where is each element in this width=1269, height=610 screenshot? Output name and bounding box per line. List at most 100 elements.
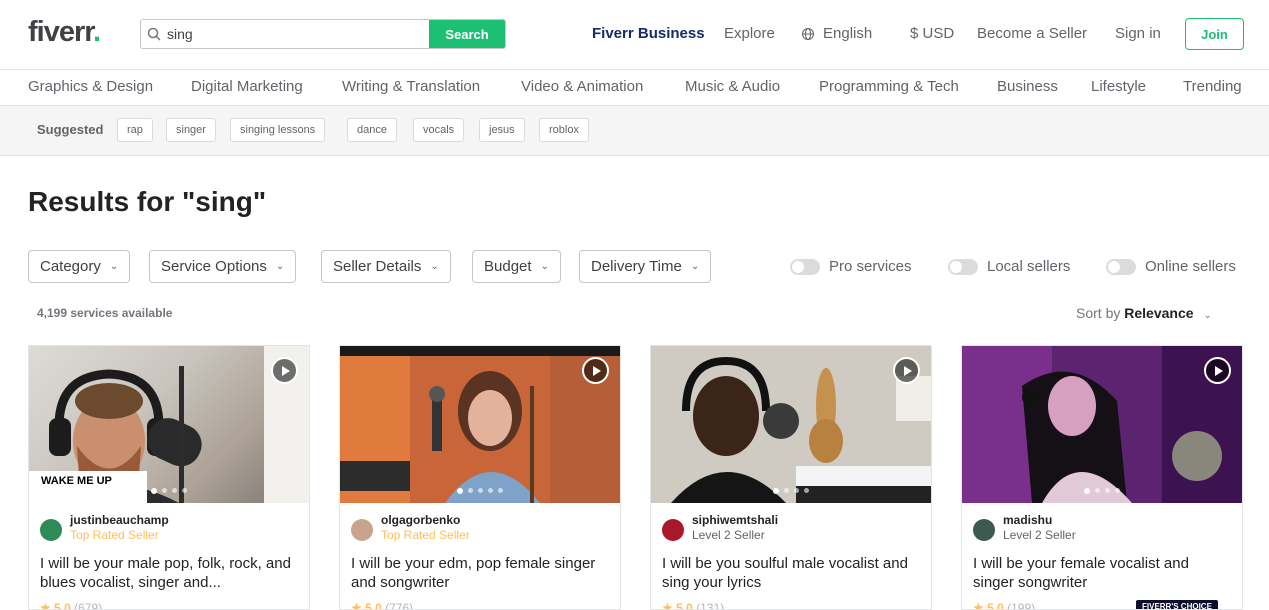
- sort-value: Relevance: [1124, 305, 1194, 321]
- suggested-label: Suggested: [37, 122, 104, 137]
- play-icon[interactable]: [893, 357, 920, 384]
- toggle-switch[interactable]: [790, 258, 820, 275]
- seller-name[interactable]: siphiwemtshali: [692, 513, 778, 527]
- gig-thumbnail[interactable]: [962, 346, 1242, 503]
- suggested-tag[interactable]: dance: [347, 118, 397, 142]
- toggle-label: Local sellers: [987, 258, 1071, 275]
- sort-dropdown[interactable]: Sort by Relevance ⌄: [1076, 305, 1212, 321]
- play-icon[interactable]: [582, 357, 609, 384]
- play-icon[interactable]: [1204, 357, 1231, 384]
- page-title: Results for "sing": [28, 186, 267, 217]
- toggle-online-sellers[interactable]: Online sellers: [1106, 258, 1236, 275]
- fiverrs-choice-badge: FIVERR'S CHOICE: [1136, 600, 1218, 609]
- play-icon[interactable]: [271, 357, 298, 384]
- gig-title[interactable]: I will be your female vocalist and singe…: [973, 554, 1231, 592]
- chevron-down-icon: ⌄: [430, 261, 439, 272]
- avatar[interactable]: [40, 519, 62, 541]
- nav-language[interactable]: English: [801, 25, 872, 42]
- filter-label: Category: [40, 258, 101, 275]
- carousel-dots[interactable]: [151, 488, 187, 494]
- gig-thumbnail[interactable]: WAKE ME UP: [29, 346, 309, 503]
- carousel-dots[interactable]: [1084, 488, 1120, 494]
- category-business[interactable]: Business: [997, 78, 1058, 95]
- toggle-pro-services[interactable]: Pro services: [790, 258, 912, 275]
- gig-title[interactable]: I will be you soulful male vocalist and …: [662, 554, 920, 592]
- chevron-down-icon: ⌄: [1203, 310, 1212, 321]
- nav-language-label: English: [823, 25, 873, 42]
- chevron-down-icon: ⌄: [540, 261, 549, 272]
- fiverr-logo[interactable]: fiverr.: [28, 16, 101, 49]
- filter-label: Service Options: [161, 258, 267, 275]
- seller-name[interactable]: madishu: [1003, 513, 1076, 527]
- seller-name[interactable]: olgagorbenko: [381, 513, 470, 527]
- gig-rating: ★ 5.0 (199): [973, 601, 1036, 610]
- filter-label: Delivery Time: [591, 258, 682, 275]
- gig-rating: ★ 5.0 (776): [351, 601, 414, 610]
- suggested-tag[interactable]: rap: [117, 118, 153, 142]
- gig-card[interactable]: siphiwemtshali Level 2 Seller I will be …: [650, 345, 932, 610]
- nav-fiverr-business[interactable]: Fiverr Business: [592, 25, 705, 42]
- filter-delivery-time[interactable]: Delivery Time ⌄: [579, 250, 712, 283]
- toggle-switch[interactable]: [948, 258, 978, 275]
- filter-budget[interactable]: Budget ⌄: [472, 250, 561, 283]
- category-video-animation[interactable]: Video & Animation: [521, 78, 643, 95]
- category-nav: Graphics & Design Digital Marketing Writ…: [0, 70, 1269, 106]
- category-writing-translation[interactable]: Writing & Translation: [342, 78, 480, 95]
- seller-level: Top Rated Seller: [70, 528, 159, 542]
- suggested-tag[interactable]: roblox: [539, 118, 589, 142]
- join-button[interactable]: Join: [1185, 18, 1244, 50]
- category-programming-tech[interactable]: Programming & Tech: [819, 78, 959, 95]
- category-lifestyle[interactable]: Lifestyle: [1091, 78, 1146, 95]
- avatar[interactable]: [351, 519, 373, 541]
- avatar[interactable]: [973, 519, 995, 541]
- filter-service-options[interactable]: Service Options ⌄: [149, 250, 297, 283]
- nav-currency[interactable]: $ USD: [910, 25, 954, 42]
- gig-title[interactable]: I will be your edm, pop female singer an…: [351, 554, 609, 592]
- nav-become-seller[interactable]: Become a Seller: [977, 25, 1087, 42]
- category-digital-marketing[interactable]: Digital Marketing: [191, 78, 303, 95]
- gig-thumbnail[interactable]: [340, 346, 620, 503]
- carousel-dots[interactable]: [773, 488, 809, 494]
- seller-level: Level 2 Seller: [1003, 528, 1076, 542]
- filter-label: Budget: [484, 258, 532, 275]
- globe-icon: [802, 27, 814, 40]
- toggle-local-sellers[interactable]: Local sellers: [948, 258, 1070, 275]
- gig-rating: ★ 5.0 (679): [40, 601, 103, 610]
- seller-info: justinbeauchamp Top Rated Seller: [40, 513, 169, 543]
- seller-info: siphiwemtshali Level 2 Seller: [662, 513, 778, 543]
- suggested-tag[interactable]: vocals: [413, 118, 465, 142]
- chevron-down-icon: ⌄: [690, 261, 700, 272]
- seller-level: Top Rated Seller: [381, 528, 470, 542]
- thumbnail-caption: WAKE ME UP: [29, 471, 147, 503]
- category-graphics-design[interactable]: Graphics & Design: [28, 78, 153, 95]
- seller-level: Level 2 Seller: [692, 528, 765, 542]
- carousel-dots[interactable]: [457, 488, 503, 494]
- suggested-tag[interactable]: singer: [166, 118, 216, 142]
- top-header: fiverr. Search Fiverr Business Explore E…: [0, 0, 1269, 70]
- category-music-audio[interactable]: Music & Audio: [685, 78, 780, 95]
- gig-card[interactable]: olgagorbenko Top Rated Seller I will be …: [339, 345, 621, 610]
- chevron-down-icon: ⌄: [109, 261, 119, 272]
- category-trending[interactable]: Trending: [1183, 78, 1242, 95]
- seller-name[interactable]: justinbeauchamp: [70, 513, 169, 527]
- search-input[interactable]: [167, 20, 429, 48]
- search-bar: Search: [140, 19, 506, 49]
- toggle-label: Pro services: [829, 258, 912, 275]
- filter-seller-details[interactable]: Seller Details ⌄: [321, 250, 451, 283]
- nav-sign-in[interactable]: Sign in: [1115, 25, 1161, 42]
- gig-title[interactable]: I will be your male pop, folk, rock, and…: [40, 554, 298, 592]
- gig-thumbnail[interactable]: [651, 346, 931, 503]
- gig-rating: ★ 5.0 (131): [662, 601, 725, 610]
- sort-label: Sort by: [1076, 305, 1121, 321]
- avatar[interactable]: [662, 519, 684, 541]
- nav-explore[interactable]: Explore: [724, 25, 775, 42]
- gig-card[interactable]: WAKE ME UP justinbeauchamp Top Rated Sel…: [28, 345, 310, 610]
- search-icon: [141, 20, 167, 48]
- filter-category[interactable]: Category ⌄: [28, 250, 131, 283]
- search-button[interactable]: Search: [429, 20, 505, 48]
- gig-card[interactable]: madishu Level 2 Seller I will be your fe…: [961, 345, 1243, 610]
- toggle-switch[interactable]: [1106, 258, 1136, 275]
- suggested-tag[interactable]: jesus: [479, 118, 525, 142]
- suggested-tag[interactable]: singing lessons: [230, 118, 326, 142]
- toggle-label: Online sellers: [1145, 258, 1236, 275]
